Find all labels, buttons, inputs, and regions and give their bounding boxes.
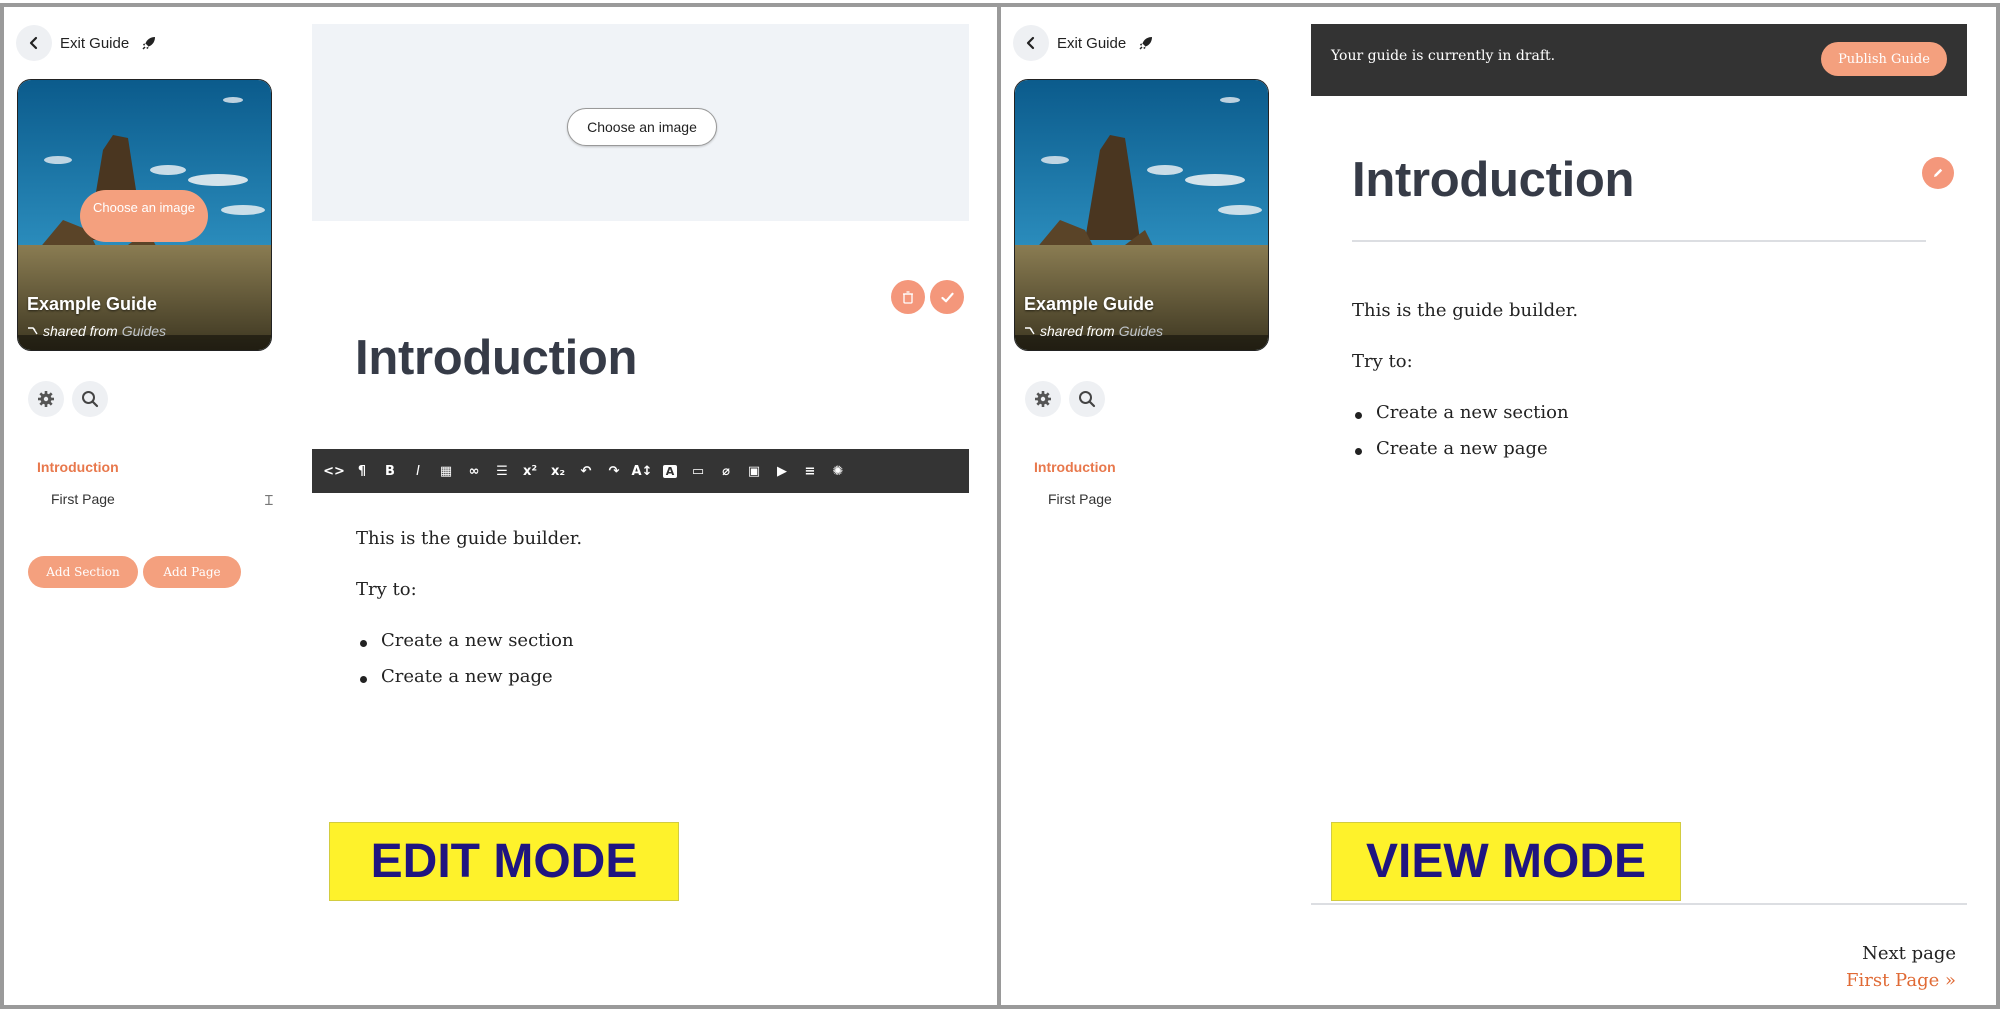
shared-from-label: shared from (1040, 323, 1115, 339)
settings-icon[interactable]: ✺ (824, 449, 852, 493)
video-icon[interactable]: ▶ (768, 449, 796, 493)
section-heading: Introduction (1352, 153, 1635, 207)
back-button[interactable] (1013, 25, 1049, 61)
chevron-left-icon (29, 36, 38, 50)
choose-image-button[interactable]: Choose an image (567, 108, 717, 146)
rocket-icon[interactable] (141, 35, 157, 51)
editor-toolbar: <> ¶ B I ▦ ∞ ☰ x² x₂ ↶ ↷ A↕ A ▭ ⌀ ▣ ▶ ≡ … (312, 449, 969, 493)
publish-guide-button[interactable]: Publish Guide (1821, 42, 1947, 76)
draft-banner: Your guide is currently in draft. Publis… (1311, 24, 1967, 96)
content-bullet-list[interactable]: Create a new section Create a new page (357, 630, 574, 702)
search-button[interactable] (72, 381, 108, 417)
next-page-link[interactable]: First Page » (1846, 970, 1956, 991)
edit-sidebar: Exit Guide Choose an image Example Guide… (4, 7, 294, 1005)
attachment-icon[interactable]: ⌀ (712, 449, 740, 493)
heading-divider (1352, 240, 1926, 242)
cover-choose-image-button[interactable]: Choose an image (80, 190, 208, 242)
delete-button[interactable] (891, 280, 925, 314)
embed-icon[interactable]: ▭ (684, 449, 712, 493)
edit-button[interactable] (1922, 157, 1954, 189)
exit-guide-row[interactable]: Exit Guide (1013, 23, 1154, 63)
trash-icon (903, 290, 913, 304)
content-line-2: Try to: (1352, 351, 1413, 372)
exit-guide-label[interactable]: Exit Guide (1057, 35, 1126, 52)
content-line-1[interactable]: This is the guide builder. (356, 528, 582, 549)
link-icon[interactable]: ∞ (460, 449, 488, 493)
pencil-icon (1934, 168, 1943, 177)
add-buttons: Add Section Add Page (28, 556, 241, 588)
guide-cover-image: Choose an image Example Guide shared fro… (17, 79, 272, 351)
guide-cover-image: Example Guide shared from Guides (1014, 79, 1269, 351)
nav-page-first-page[interactable]: First Page (1048, 491, 1112, 507)
draft-status-text: Your guide is currently in draft. (1331, 48, 1556, 64)
chevron-left-icon (1026, 36, 1035, 50)
sidebar-tools (28, 381, 108, 417)
subscript-icon[interactable]: x₂ (544, 449, 572, 493)
list-item: Create a new section (357, 630, 574, 666)
exit-guide-label[interactable]: Exit Guide (60, 35, 129, 52)
gear-icon (1035, 391, 1051, 407)
search-icon (1079, 391, 1096, 408)
edit-mode-label: EDIT MODE (329, 822, 679, 901)
view-mode-label: VIEW MODE (1331, 822, 1681, 901)
add-section-button[interactable]: Add Section (28, 556, 138, 588)
footer-divider (1311, 903, 1967, 905)
content-line-1: This is the guide builder. (1352, 300, 1579, 321)
italic-icon[interactable]: I (404, 449, 432, 493)
gear-icon (38, 391, 54, 407)
content-line-2[interactable]: Try to: (356, 579, 417, 600)
shared-from-label: shared from (43, 323, 118, 339)
shared-from: shared from Guides (27, 323, 166, 339)
search-icon (82, 391, 99, 408)
next-page-label: Next page (1862, 943, 1956, 964)
text-size-icon[interactable]: A↕ (628, 449, 656, 493)
code-icon[interactable]: <> (320, 449, 348, 493)
sidebar-tools (1025, 381, 1105, 417)
shared-source-link[interactable]: Guides (122, 323, 166, 339)
back-button[interactable] (16, 25, 52, 61)
save-button[interactable] (930, 280, 964, 314)
view-mode-panel: Exit Guide Example Guide shared from Gui… (997, 3, 2000, 1009)
exit-guide-row[interactable]: Exit Guide (16, 23, 157, 63)
text-cursor-icon: Ɪ (265, 492, 273, 508)
share-icon (1025, 327, 1035, 335)
section-heading[interactable]: Introduction (355, 330, 637, 386)
nav-section-introduction[interactable]: Introduction (37, 459, 119, 475)
view-sidebar: Exit Guide Example Guide shared from Gui… (1001, 7, 1291, 1005)
bold-icon[interactable]: B (376, 449, 404, 493)
guide-title: Example Guide (27, 294, 158, 314)
shared-from: shared from Guides (1024, 323, 1163, 339)
screenshot-frame: Exit Guide Choose an image Example Guide… (0, 0, 2000, 1012)
list-item: Create a new page (1352, 438, 1569, 474)
edit-mode-panel: Exit Guide Choose an image Example Guide… (0, 3, 1001, 1009)
list-item: Create a new section (1352, 402, 1569, 438)
add-page-button[interactable]: Add Page (143, 556, 241, 588)
text-color-icon[interactable]: A (656, 449, 684, 493)
table-icon[interactable]: ▦ (432, 449, 460, 493)
list-item: Create a new page (357, 666, 574, 702)
shared-source-link[interactable]: Guides (1119, 323, 1163, 339)
rocket-icon[interactable] (1138, 35, 1154, 51)
nav-section-introduction[interactable]: Introduction (1034, 459, 1116, 475)
nav-page-first-page[interactable]: First Page (51, 491, 115, 507)
share-icon (28, 327, 38, 335)
content-bullet-list: Create a new section Create a new page (1352, 402, 1569, 474)
list-icon[interactable]: ☰ (488, 449, 516, 493)
image-icon[interactable]: ▣ (740, 449, 768, 493)
settings-button[interactable] (1025, 381, 1061, 417)
check-icon (940, 292, 954, 302)
paragraph-icon[interactable]: ¶ (348, 449, 376, 493)
superscript-icon[interactable]: x² (516, 449, 544, 493)
settings-button[interactable] (28, 381, 64, 417)
undo-icon[interactable]: ↶ (572, 449, 600, 493)
align-icon[interactable]: ≡ (796, 449, 824, 493)
redo-icon[interactable]: ↷ (600, 449, 628, 493)
guide-title: Example Guide (1024, 294, 1155, 314)
search-button[interactable] (1069, 381, 1105, 417)
